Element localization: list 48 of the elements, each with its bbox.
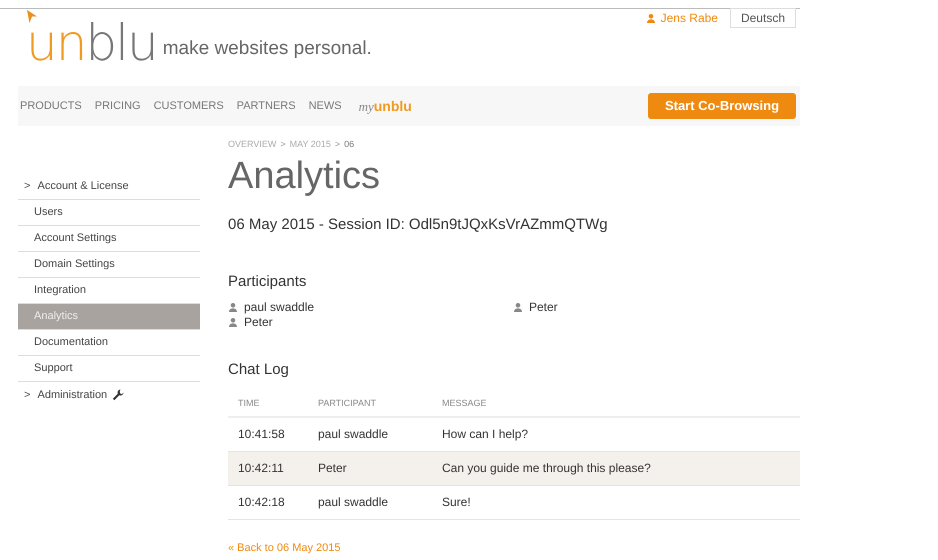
sidebar-item[interactable]: Analytics xyxy=(18,304,200,330)
sidebar-item[interactable]: Domain Settings xyxy=(18,252,200,278)
sidebar-item[interactable]: > Account & License xyxy=(18,174,200,200)
breadcrumb-separator: > xyxy=(280,138,286,152)
tagline: make websites personal. xyxy=(162,36,372,60)
language-button[interactable]: Deutsch xyxy=(730,8,796,28)
participant-name: Peter xyxy=(244,314,273,330)
cursor-icon xyxy=(26,9,38,24)
column-header: MESSAGE xyxy=(442,396,488,410)
column-header: PARTICIPANT xyxy=(318,396,378,410)
sidebar-item[interactable]: Support xyxy=(18,356,200,382)
table-cell-text: 10:42:11 xyxy=(238,460,285,477)
session-heading: 06 May 2015 - Session ID: Odl5n9tJQxKsVrAZmmQTWg xyxy=(228,215,609,235)
column-header: TIME xyxy=(238,396,260,410)
table-cell-text: paul swaddle xyxy=(318,494,390,511)
back-link[interactable]: « Back to 06 May 2015 xyxy=(228,540,800,556)
start-co-browsing-button[interactable]: Start Co-Browsing xyxy=(648,93,796,119)
nav-link[interactable]: NEWS xyxy=(308,98,342,114)
person-icon xyxy=(646,13,656,23)
sidebar-item[interactable]: Account Settings xyxy=(18,226,200,252)
table-cell-text: 10:42:18 xyxy=(238,494,286,511)
nav-link[interactable]: PRICING xyxy=(94,98,141,114)
person-icon xyxy=(513,302,523,312)
sidebar-item[interactable]: > Administration xyxy=(18,382,200,408)
participant-name: Peter xyxy=(529,298,558,316)
my-unblu-link[interactable]: myunblu xyxy=(358,96,412,116)
nav-link[interactable]: PRODUCTS xyxy=(20,98,82,114)
page-title: Analytics xyxy=(228,154,382,198)
chat-log-heading: Chat Log xyxy=(228,360,290,380)
breadcrumb-link[interactable]: MAY 2015 xyxy=(290,138,331,152)
table-cell-text: Peter xyxy=(318,460,348,477)
table-cell-text: Can you guide me through this please? xyxy=(442,460,652,477)
participant-name: paul swaddle xyxy=(244,298,314,316)
breadcrumb-separator: > xyxy=(334,138,340,152)
table-cell-text: How can I help? xyxy=(442,426,530,443)
person-icon xyxy=(228,316,238,326)
table-cell-text: paul swaddle xyxy=(318,426,390,443)
breadcrumb-current: 06 xyxy=(344,138,354,152)
table-cell-text: 10:41:58 xyxy=(238,426,286,443)
participants-heading: Participants xyxy=(228,272,308,292)
sidebar-item[interactable]: Users xyxy=(18,200,200,226)
table-cell-text: Sure! xyxy=(442,494,472,511)
user-link[interactable]: Jens Rabe xyxy=(660,9,718,27)
sidebar-item[interactable]: Documentation xyxy=(18,330,200,356)
nav-link[interactable]: CUSTOMERS xyxy=(154,98,224,114)
person-icon xyxy=(228,302,238,312)
breadcrumb-link[interactable]: OVERVIEW xyxy=(228,138,276,152)
nav-link[interactable]: PARTNERS xyxy=(236,98,296,114)
